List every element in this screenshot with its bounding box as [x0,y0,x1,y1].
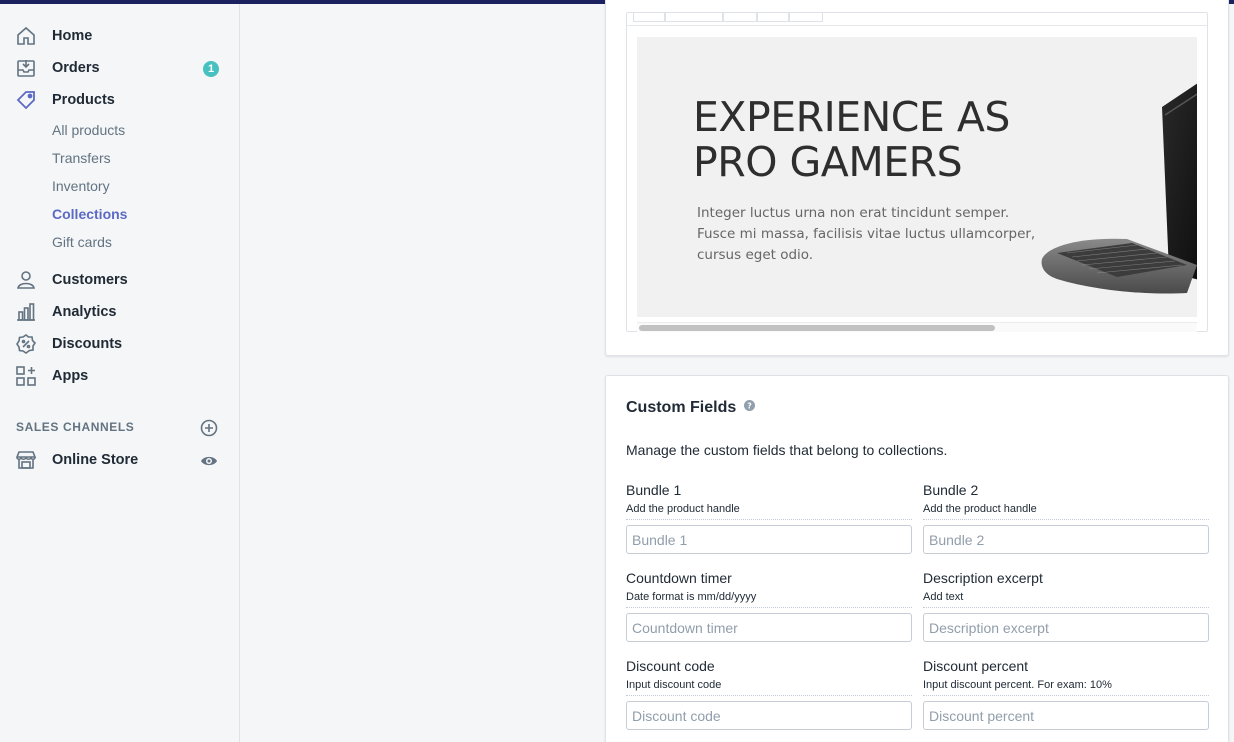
orders-icon [15,57,37,79]
sidebar-item-label: Analytics [52,304,117,320]
field-label: Bundle 1 [626,482,682,498]
bar-chart-icon [15,301,37,323]
divider [627,25,1207,26]
discount-icon [15,333,37,355]
add-sales-channel-button[interactable] [200,419,218,437]
field-label: Description excerpt [923,570,1043,586]
collection-preview-card: EXPERIENCE AS PRO GAMERS Integer luctus … [605,0,1229,356]
sidebar-item-home[interactable]: Home [0,20,239,52]
sidebar-item-label: Orders [52,60,100,76]
toolbar-cell[interactable] [665,12,723,22]
scrollbar-thumb[interactable] [639,325,995,331]
laptop-keyboard-image [1041,83,1197,294]
field-label: Countdown timer [626,570,732,586]
view-online-store-button[interactable] [200,452,218,470]
sidebar-item-customers[interactable]: Customers [0,264,239,296]
custom-fields-description: Manage the custom fields that belong to … [626,442,948,458]
sidebar-item-label: Apps [52,368,89,384]
sidebar-item-analytics[interactable]: Analytics [0,296,239,328]
field-help-text: Input discount percent. For exam: 10% [923,679,1209,696]
sidebar-subitem-collections[interactable]: Collections [52,206,127,222]
home-icon [15,25,37,47]
sidebar-item-apps[interactable]: Apps [0,360,239,392]
preview-frame: EXPERIENCE AS PRO GAMERS Integer luctus … [626,12,1208,332]
discount-code-input[interactable] [626,701,912,730]
sidebar-item-label: Customers [52,272,128,288]
sidebar: Home Orders 1 Products All products Tran… [0,4,240,742]
sidebar-subitem-all-products[interactable]: All products [52,122,125,138]
store-icon [15,449,37,471]
tag-icon [15,89,37,111]
bundle-2-input[interactable] [923,525,1209,554]
toolbar-cell[interactable] [633,12,665,22]
field-help-text: Add text [923,591,1209,608]
sales-channels-heading: SALES CHANNELS [16,420,135,434]
field-label: Discount percent [923,658,1029,674]
svg-text:?: ? [747,401,752,410]
apps-icon [15,365,37,387]
plus-circle-icon [200,419,218,437]
field-help-text: Input discount code [626,679,912,696]
sidebar-item-label: Online Store [52,452,139,468]
collection-banner-image: EXPERIENCE AS PRO GAMERS Integer luctus … [637,37,1197,317]
field-help-text: Date format is mm/dd/yyyy [626,591,912,608]
toolbar-cell[interactable] [757,12,789,22]
description-excerpt-input[interactable] [923,613,1209,642]
banner-title: EXPERIENCE AS PRO GAMERS [693,93,1010,186]
field-label: Bundle 2 [923,482,979,498]
editor-toolbar [633,12,823,24]
field-label: Discount code [626,658,715,674]
sidebar-item-label: Discounts [52,336,123,352]
field-help-text: Add the product handle [626,503,912,520]
custom-fields-card: Custom Fields ? Manage the custom fields… [605,375,1229,742]
sidebar-item-discounts[interactable]: Discounts [0,328,239,360]
sidebar-item-products[interactable]: Products [0,84,239,116]
toolbar-cell[interactable] [723,12,757,22]
eye-icon [201,456,217,466]
help-icon[interactable]: ? [744,398,755,411]
bundle-1-input[interactable] [626,525,912,554]
field-help-text: Add the product handle [923,503,1209,520]
person-icon [15,269,37,291]
sidebar-subitem-inventory[interactable]: Inventory [52,178,110,194]
toolbar-cell[interactable] [789,12,823,22]
banner-text: Integer luctus urna non erat tincidunt s… [697,205,1036,263]
orders-count-badge: 1 [203,61,219,77]
horizontal-scrollbar[interactable] [637,322,1197,332]
sidebar-subitem-transfers[interactable]: Transfers [52,150,111,166]
discount-percent-input[interactable] [923,701,1209,730]
sidebar-item-label: Home [52,28,93,44]
countdown-timer-input[interactable] [626,613,912,642]
custom-fields-title: Custom Fields [626,399,737,416]
sidebar-item-label: Products [52,92,115,108]
sidebar-subitem-gift-cards[interactable]: Gift cards [52,234,112,250]
sidebar-item-orders[interactable]: Orders 1 [0,52,239,84]
